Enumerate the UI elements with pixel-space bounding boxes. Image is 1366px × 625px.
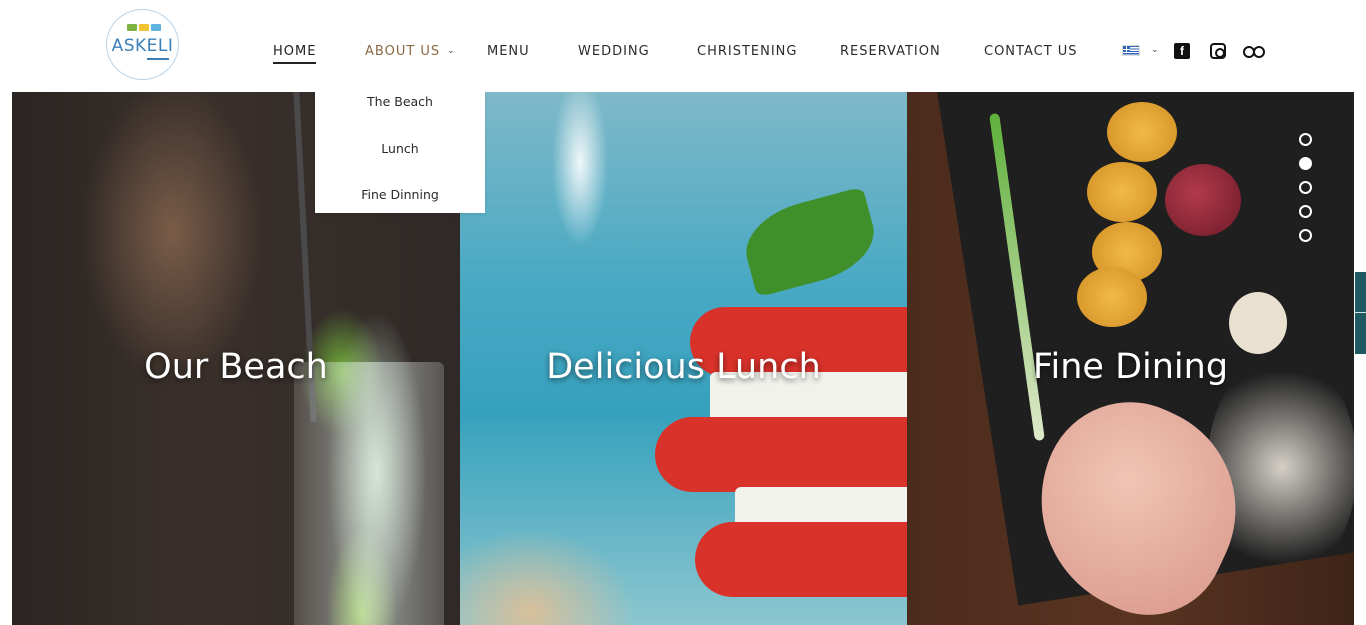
pasta-nest-graphic — [1077, 267, 1147, 327]
logo-color-squares — [127, 24, 161, 31]
slider-dot[interactable] — [1299, 205, 1312, 218]
panel-title-our-beach: Our Beach — [144, 347, 328, 387]
tomato-slice-graphic — [655, 417, 907, 492]
greek-flag-icon[interactable] — [1122, 45, 1140, 56]
garlic-graphic — [1229, 292, 1287, 354]
slider-dots — [1299, 133, 1312, 253]
slider-dot-active[interactable] — [1299, 157, 1312, 170]
nav-wedding[interactable]: WEDDING — [578, 44, 650, 59]
language-chevron-down-icon[interactable]: ⌄ — [1151, 44, 1159, 55]
about-us-dropdown: The Beach Lunch Fine Dinning — [315, 92, 485, 213]
pasta-nest-graphic — [1087, 162, 1157, 222]
site-header: ASKELI HOME ABOUT US MENU WEDDING CHRIST… — [0, 0, 1366, 92]
pasta-nest-graphic — [1107, 102, 1177, 162]
askeli-logo[interactable]: ASKELI — [106, 9, 179, 80]
facebook-icon[interactable]: f — [1174, 43, 1190, 59]
nav-contact-us[interactable]: CONTACT US — [984, 44, 1078, 59]
slider-dot[interactable] — [1299, 133, 1312, 146]
nav-reservation[interactable]: RESERVATION — [840, 44, 941, 59]
panel-fine-dining[interactable]: Fine Dining — [907, 92, 1354, 625]
logo-underline — [147, 58, 169, 60]
chevron-down-icon[interactable]: ⌄ — [447, 45, 455, 56]
slider-dot[interactable] — [1299, 181, 1312, 194]
tripadvisor-icon[interactable] — [1243, 43, 1265, 59]
panel-delicious-lunch[interactable]: Delicious Lunch — [460, 92, 907, 625]
side-tab[interactable] — [1355, 272, 1366, 354]
basil-leaf-graphic — [736, 186, 884, 298]
nav-christening[interactable]: CHRISTENING — [697, 44, 797, 59]
dropdown-item-lunch[interactable]: Lunch — [315, 137, 485, 161]
dropdown-item-the-beach[interactable]: The Beach — [315, 90, 485, 114]
tomato-slice-graphic — [695, 522, 907, 597]
panel-title-delicious-lunch: Delicious Lunch — [546, 347, 821, 387]
instagram-icon[interactable] — [1210, 43, 1226, 59]
nav-about-us[interactable]: ABOUT US — [365, 44, 440, 59]
nav-menu[interactable]: MENU — [487, 44, 530, 59]
dropdown-item-fine-dinning[interactable]: Fine Dinning — [315, 183, 485, 207]
cocktail-glass-graphic — [294, 362, 444, 625]
red-onion-graphic — [1165, 164, 1241, 236]
slider-dot[interactable] — [1299, 229, 1312, 242]
nav-home[interactable]: HOME — [273, 44, 317, 64]
panel-title-fine-dining: Fine Dining — [1032, 347, 1229, 387]
logo-text: ASKELI — [111, 36, 174, 56]
